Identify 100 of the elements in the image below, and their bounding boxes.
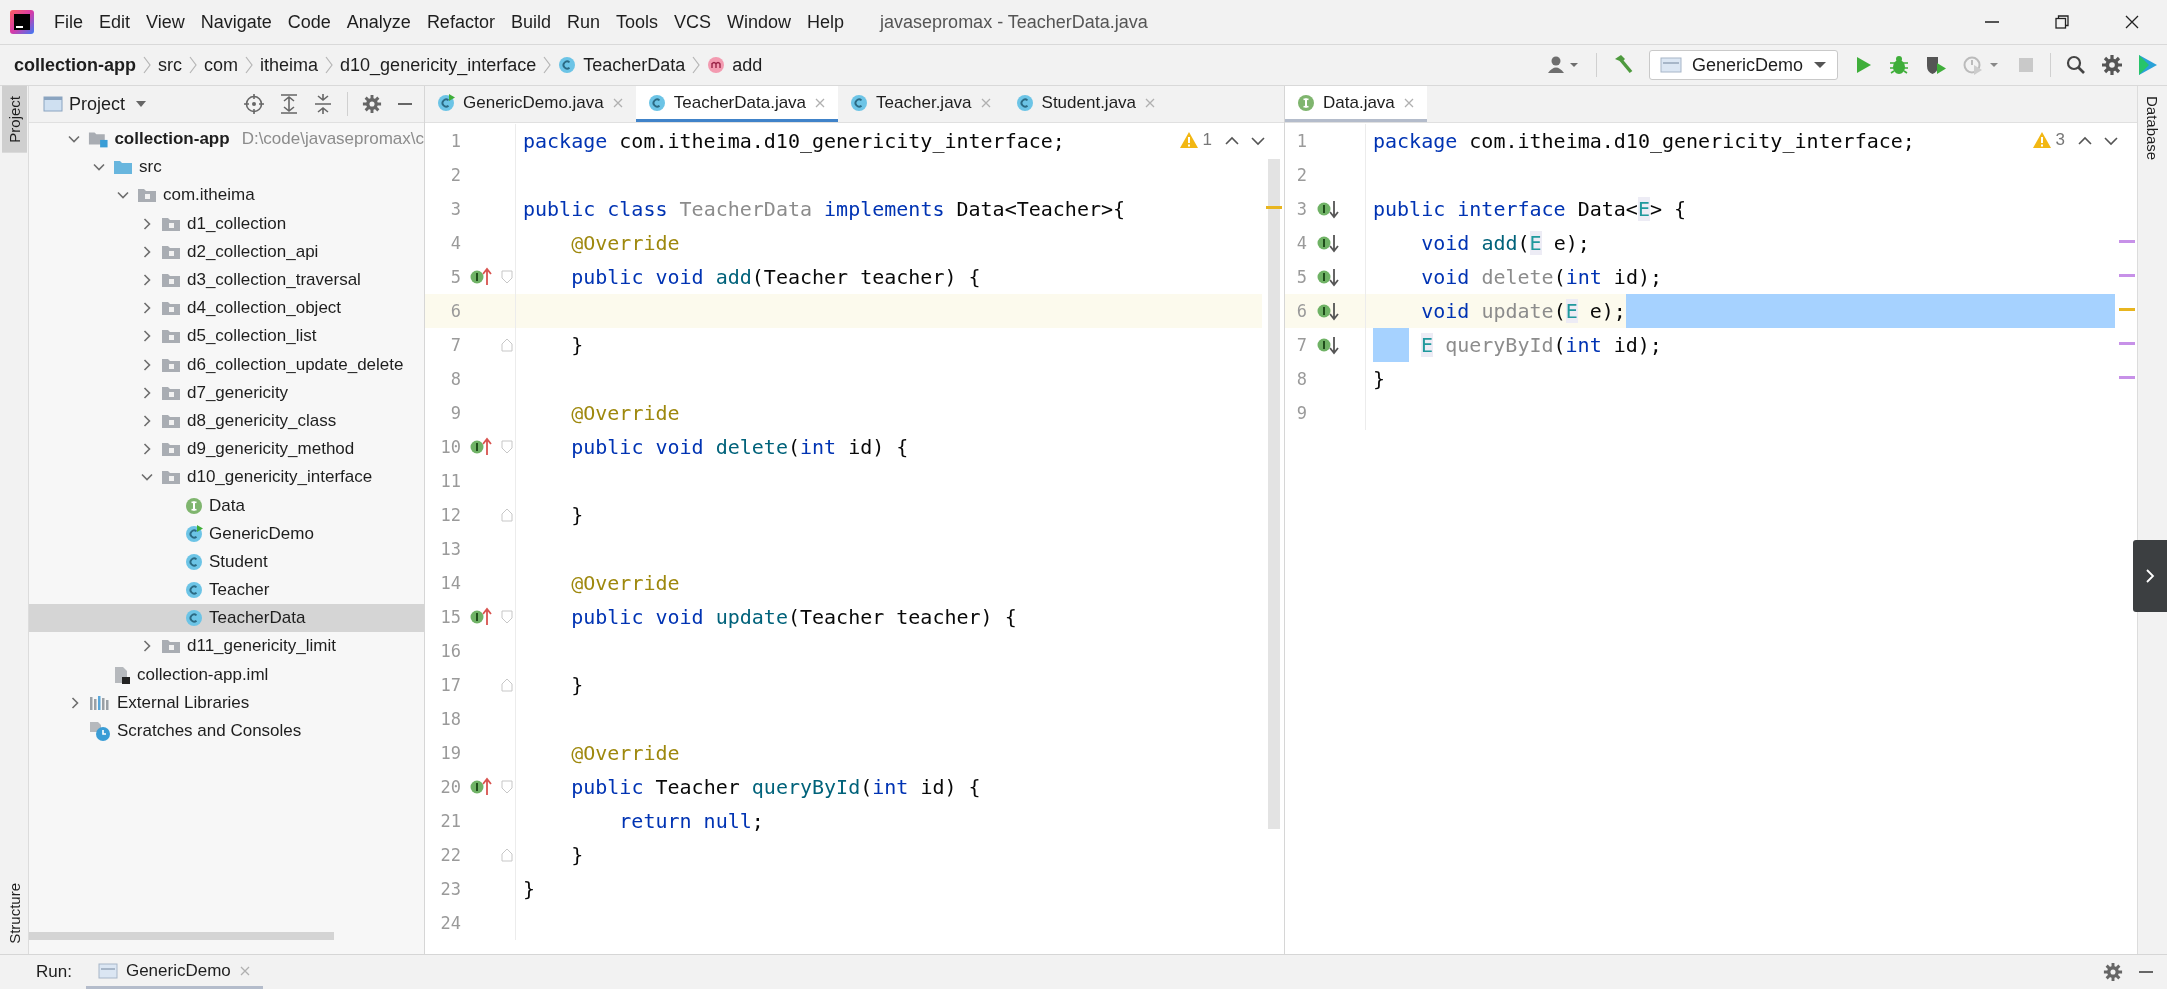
editor-tab[interactable]: Teacher.java <box>838 86 1004 122</box>
search-icon[interactable] <box>2065 54 2087 76</box>
tree-item[interactable]: d3_collection_traversal <box>29 265 424 295</box>
expand-all-icon[interactable] <box>279 93 299 115</box>
module-file-icon <box>113 664 131 685</box>
previous-highlight-icon[interactable] <box>2077 135 2093 147</box>
warning-counter[interactable]: 1 <box>1178 130 1212 150</box>
crosshair-icon[interactable] <box>243 93 265 115</box>
close-icon[interactable] <box>1402 96 1415 109</box>
editor-tab[interactable]: GenericDemo.java <box>425 86 636 122</box>
menu-item[interactable]: Analyze <box>338 7 419 37</box>
implemented-marker-icon[interactable] <box>1316 266 1340 288</box>
close-icon <box>2124 14 2140 30</box>
code-line: package com.itheima.d10_genericity_interface; <box>522 129 1065 153</box>
menu-item[interactable]: Code <box>279 7 339 37</box>
close-icon[interactable] <box>814 96 827 109</box>
menu-item[interactable]: Navigate <box>192 7 280 37</box>
tree-item[interactable]: Teacher <box>29 576 424 605</box>
tree-item[interactable]: Data <box>29 491 424 520</box>
menu-item[interactable]: View <box>138 7 193 37</box>
tree-item[interactable]: collection-app.iml <box>29 660 424 689</box>
menu-item[interactable]: Window <box>719 7 800 37</box>
tree-item[interactable]: GenericDemo <box>29 519 424 548</box>
tree-item[interactable]: TeacherData <box>29 604 424 633</box>
package-folder-icon <box>161 440 181 459</box>
view-dropdown[interactable]: Project <box>69 93 148 115</box>
tree-item[interactable]: Scratches and Consoles <box>29 716 424 746</box>
implements-marker-icon[interactable] <box>469 606 493 628</box>
tree-item[interactable]: collection-app D:\code\javasepromax\c <box>29 125 424 154</box>
breadcrumb-link[interactable]: com <box>204 54 239 76</box>
tree-item[interactable]: External Libraries <box>29 688 424 717</box>
settings-icon[interactable] <box>2101 54 2123 76</box>
method-icon <box>707 56 726 74</box>
run-configuration-dropdown[interactable]: GenericDemo <box>1648 50 1838 80</box>
tree-item[interactable]: Student <box>29 547 424 576</box>
tree-item[interactable]: d9_genericity_method <box>29 435 424 464</box>
tree-item[interactable]: d4_collection_object <box>29 294 424 323</box>
menu-item[interactable]: Tools <box>607 7 666 37</box>
editor-tab[interactable]: Data.java <box>1285 86 1427 122</box>
tree-item[interactable]: d11_genericity_limit <box>29 632 424 661</box>
breadcrumb-link[interactable]: collection-app <box>14 54 136 76</box>
breadcrumb-link[interactable]: add <box>732 54 763 76</box>
plugin-logo-icon[interactable] <box>2137 53 2159 77</box>
window-icon <box>97 961 118 980</box>
window-title: javasepromax - TeacherData.java <box>880 11 1148 33</box>
menu-item[interactable]: VCS <box>666 7 719 37</box>
implements-marker-icon[interactable] <box>469 776 493 798</box>
breadcrumb-link[interactable]: d10_genericity_interface <box>340 54 537 76</box>
run-tab[interactable]: GenericDemo <box>85 955 263 989</box>
implements-marker-icon[interactable] <box>469 436 493 458</box>
tree-item[interactable]: src <box>29 153 424 182</box>
tree-item[interactable]: d5_collection_list <box>29 322 424 351</box>
settings-icon[interactable] <box>2103 962 2123 982</box>
menu-item[interactable]: Refactor <box>418 7 503 37</box>
line-number: 13 <box>439 539 461 559</box>
horizontal-scrollbar[interactable] <box>29 932 334 940</box>
implements-marker-icon[interactable] <box>469 266 493 288</box>
collapse-all-icon[interactable] <box>313 93 333 115</box>
next-highlight-icon[interactable] <box>1250 135 1266 147</box>
implemented-marker-icon[interactable] <box>1316 198 1340 220</box>
code-line: @Override <box>570 401 680 425</box>
expand-handle[interactable] <box>2133 540 2167 612</box>
implemented-marker-icon[interactable] <box>1316 334 1340 356</box>
bug-icon[interactable] <box>1888 54 1910 76</box>
next-highlight-icon[interactable] <box>2103 135 2119 147</box>
warning-counter[interactable]: 3 <box>2031 130 2065 150</box>
editor-tab[interactable]: TeacherData.java <box>635 86 839 122</box>
chevron-separator-icon <box>543 54 552 76</box>
editor-tab[interactable]: Student.java <box>1003 86 1169 122</box>
code-line: @Override <box>570 231 680 255</box>
breadcrumb-link[interactable]: itheima <box>260 54 319 76</box>
panel-icon <box>43 95 63 113</box>
menu-item[interactable]: Build <box>502 7 559 37</box>
tool-window-tab[interactable]: Structure <box>1 873 27 954</box>
tree-item[interactable]: d10_genericity_interface <box>29 463 424 492</box>
coverage-icon[interactable] <box>1924 54 1948 76</box>
breadcrumb-link[interactable]: src <box>158 54 182 76</box>
menu-item[interactable]: Help <box>799 7 853 37</box>
settings-icon[interactable] <box>362 94 382 114</box>
implemented-marker-icon[interactable] <box>1316 300 1340 322</box>
tree-item[interactable]: d7_genericity <box>29 378 424 407</box>
breadcrumb-link[interactable]: TeacherData <box>583 54 686 76</box>
caret-icon <box>135 100 148 108</box>
menu-item[interactable]: Run <box>558 7 608 37</box>
tree-item[interactable]: d6_collection_update_delete <box>29 350 424 379</box>
restore-icon <box>2054 14 2070 30</box>
vertical-scrollbar[interactable] <box>1268 159 1280 829</box>
tree-item[interactable]: d2_collection_api <box>29 237 424 266</box>
tool-window-tab[interactable]: Project <box>1 86 27 153</box>
implemented-marker-icon[interactable] <box>1316 232 1340 254</box>
line-number: 8 <box>1295 369 1307 389</box>
tree-item[interactable]: d1_collection <box>29 209 424 238</box>
menu-item[interactable]: Edit <box>91 7 139 37</box>
tree-item[interactable]: d8_genericity_class <box>29 406 424 436</box>
menu-item[interactable]: File <box>46 7 91 37</box>
previous-highlight-icon[interactable] <box>1224 135 1240 147</box>
line-number: 19 <box>439 743 461 763</box>
tree-item[interactable]: com.itheima <box>29 181 424 210</box>
tool-window-tab[interactable]: Database <box>2140 86 2165 171</box>
code-line: public void delete(int id) { <box>570 435 909 459</box>
